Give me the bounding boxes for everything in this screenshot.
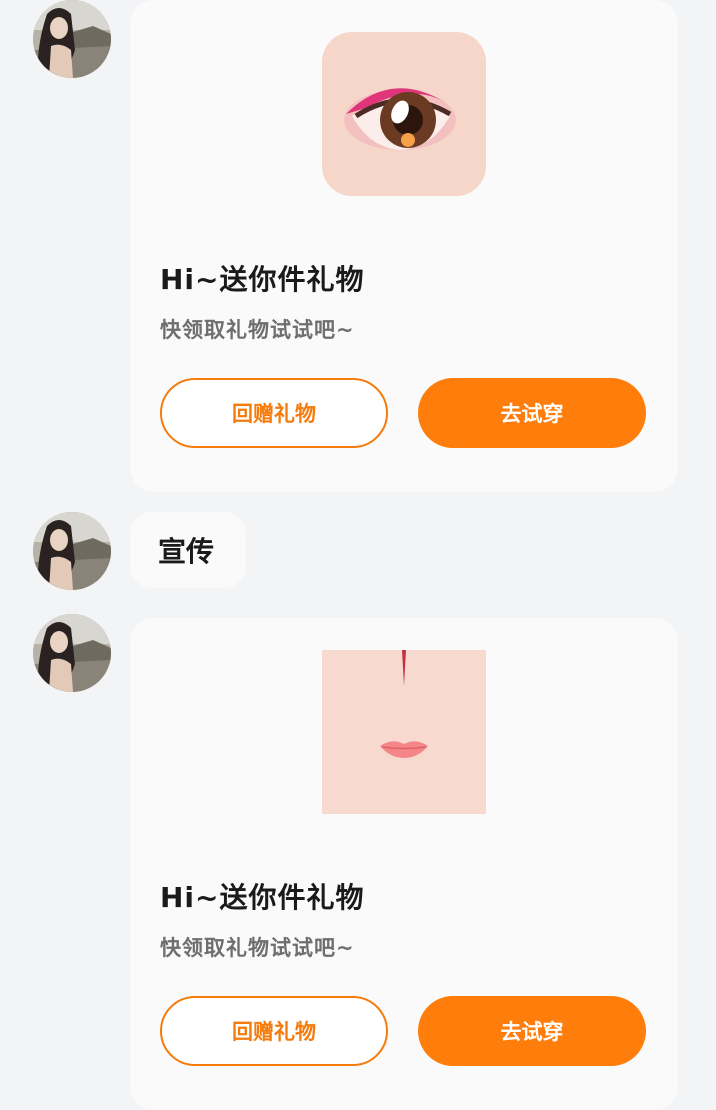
return-gift-button[interactable]: 回赠礼物 (160, 996, 388, 1066)
sender-avatar[interactable] (33, 0, 111, 78)
eye-makeup-icon[interactable] (322, 32, 486, 196)
avatar-photo (33, 614, 111, 692)
return-gift-button[interactable]: 回赠礼物 (160, 378, 388, 448)
try-on-button[interactable]: 去试穿 (418, 378, 646, 448)
message-text: 宣传 (158, 535, 215, 568)
text-message-bubble[interactable]: 宣传 (130, 512, 246, 588)
sender-avatar[interactable] (33, 614, 111, 692)
gift-title: Hi~送你件礼物 (160, 881, 365, 914)
gift-title: Hi~送你件礼物 (160, 263, 365, 296)
gift-card: Hi~送你件礼物 快领取礼物试试吧~ 回赠礼物 去试穿 (130, 0, 678, 492)
lip-makeup-icon[interactable] (322, 650, 486, 814)
gift-card: Hi~送你件礼物 快领取礼物试试吧~ 回赠礼物 去试穿 (130, 618, 678, 1110)
gift-subtitle: 快领取礼物试试吧~ (160, 318, 355, 342)
gift-subtitle: 快领取礼物试试吧~ (160, 936, 355, 960)
sender-avatar[interactable] (33, 512, 111, 590)
avatar-photo (33, 512, 111, 590)
avatar-photo (33, 0, 111, 78)
try-on-button[interactable]: 去试穿 (418, 996, 646, 1066)
